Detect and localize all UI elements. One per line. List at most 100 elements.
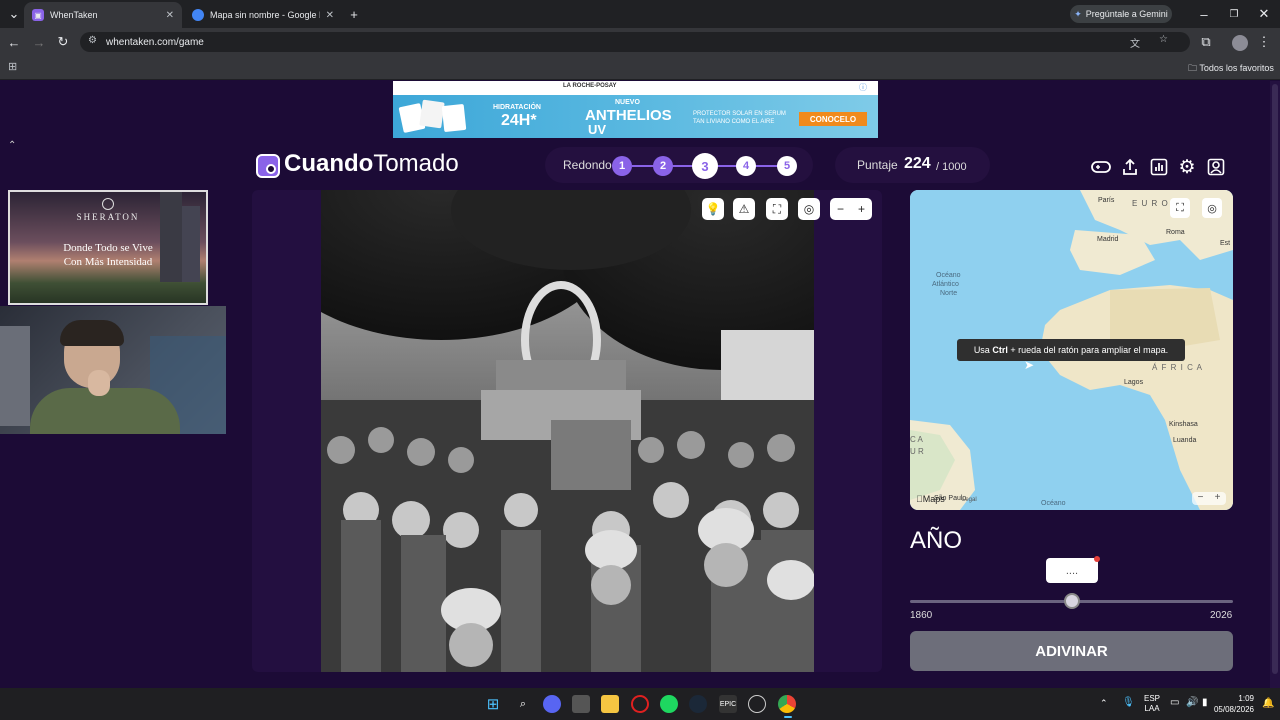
windows-start-icon[interactable]: ⊞ — [484, 695, 502, 713]
bookmark-star-icon[interactable]: ☆ — [1159, 34, 1168, 45]
sheraton-logo-icon — [102, 198, 114, 210]
ad-info-icon[interactable]: ⓘ — [859, 82, 867, 93]
map-label-roma: Roma — [1166, 229, 1185, 236]
minimize-icon[interactable]: – — [1196, 6, 1212, 22]
lang-primary: ESP — [1144, 694, 1161, 703]
extensions-icon[interactable]: ⧉ — [1198, 34, 1214, 50]
hint-lightbulb-icon[interactable]: 💡 — [702, 198, 724, 220]
notifications-icon[interactable]: 🔔 — [1262, 698, 1274, 709]
map-fullscreen-icon[interactable]: ⛶ — [1170, 198, 1190, 218]
forward-icon[interactable]: → — [31, 34, 47, 50]
map-label-ocean-3: Norte — [940, 290, 958, 297]
scrollbar-thumb[interactable] — [1272, 84, 1278, 674]
mouse-cursor-icon: ➤ — [1024, 358, 1035, 372]
fullscreen-icon[interactable]: ⛶ — [766, 198, 788, 220]
map-label-madrid: Madrid — [1097, 236, 1119, 243]
side-ad-line-2: Con Más Intensidad — [63, 256, 153, 268]
stats-icon[interactable] — [1148, 156, 1170, 178]
system-clock[interactable]: 1:09 05/08/2026 — [1208, 693, 1254, 715]
guess-button[interactable]: ADIVINAR — [910, 631, 1233, 671]
tooltip-pre: Usa — [973, 345, 993, 355]
image-zoom-out-icon[interactable]: − — [830, 198, 851, 220]
apps-grid-icon[interactable]: ⊞ — [8, 60, 17, 73]
share-icon[interactable] — [1119, 156, 1141, 178]
reload-icon[interactable]: ↻ — [55, 34, 71, 50]
discord-icon[interactable] — [543, 695, 561, 713]
site-info-icon[interactable]: ⚙ — [88, 35, 97, 46]
close-tab-icon[interactable]: ✕ — [326, 10, 334, 21]
file-explorer-icon[interactable] — [601, 695, 619, 713]
apple-maps-logo: Maps — [916, 494, 945, 504]
clock-app-icon[interactable] — [748, 695, 766, 713]
close-window-icon[interactable]: ✕ — [1256, 6, 1272, 22]
new-tab-icon[interactable]: + — [346, 6, 362, 22]
gemini-icon: ✦ — [1074, 8, 1082, 19]
ad-center-small: NUEVO — [615, 99, 640, 106]
map-zoom-out-button[interactable]: − — [1192, 492, 1209, 505]
collapse-chevron-icon[interactable]: ⌃ — [8, 140, 16, 151]
year-slider-thumb[interactable] — [1063, 593, 1080, 609]
ad-banner[interactable]: LA ROCHE-POSAY ⓘ HIDRATACIÓN 24H* NUEVO … — [393, 81, 878, 138]
map-zoom-in-button[interactable]: + — [1209, 492, 1226, 505]
side-ad[interactable]: SHERATON Donde Todo se Vive Con Más Inte… — [8, 190, 208, 305]
score-max: / 1000 — [936, 161, 967, 173]
taskbar-search-icon[interactable]: ⌕ — [514, 695, 532, 713]
webcam-overlay — [0, 306, 226, 434]
microphone-icon[interactable]: 🎙 — [1122, 697, 1135, 708]
back-icon[interactable]: ← — [6, 34, 22, 50]
map-label-est: Est — [1220, 240, 1231, 247]
profile-avatar[interactable] — [1232, 35, 1248, 51]
year-value-display[interactable]: .... — [1046, 558, 1098, 583]
active-app-indicator — [784, 716, 792, 718]
round-2-circle: 2 — [653, 156, 673, 176]
tab-whentaken[interactable]: ▣ WhenTaken ✕ — [24, 2, 182, 28]
map-label-paris: París — [1098, 197, 1115, 204]
map-legal-link[interactable]: Legal — [962, 497, 977, 503]
steam-icon[interactable] — [689, 695, 707, 713]
gamepad-icon[interactable] — [1090, 156, 1112, 178]
report-warning-icon[interactable]: ⚠ — [733, 198, 755, 220]
year-indicator-dot — [1094, 556, 1100, 562]
browser-tab-bar: ⌄ ▣ WhenTaken ✕ Mapa sin nombre - Google… — [0, 0, 1280, 28]
round-3-circle-current: 3 — [692, 153, 718, 179]
tab-search-icon[interactable]: ⌄ — [6, 6, 22, 22]
site-logo[interactable]: CuandoTomado — [284, 150, 459, 178]
tab-label: WhenTaken — [50, 10, 98, 20]
close-tab-icon[interactable]: ✕ — [166, 10, 174, 21]
ad-product-image — [398, 99, 479, 134]
store-icon[interactable] — [572, 695, 590, 713]
url-field[interactable]: ⚙ whentaken.com/game 文 ☆ — [80, 32, 1190, 52]
network-icon[interactable]: ▭ — [1170, 697, 1179, 708]
language-indicator[interactable]: ESP LAA — [1144, 694, 1160, 714]
profile-icon[interactable] — [1205, 156, 1227, 178]
all-bookmarks-folder[interactable]: 🗀 Todos los favoritos — [1188, 61, 1274, 77]
volume-icon[interactable]: 🔊 — [1186, 697, 1198, 708]
map-label-luanda: Luanda — [1173, 437, 1197, 444]
maps-brand-label: Maps — [916, 494, 945, 504]
map-label-ocean-1: Océano — [936, 272, 961, 279]
translate-icon[interactable]: 文 — [1130, 35, 1140, 50]
year-min-label: 1860 — [910, 610, 933, 621]
historical-photo[interactable] — [321, 190, 814, 672]
ad-left-big: 24H* — [501, 112, 537, 129]
clock-time: 1:09 — [1238, 694, 1254, 703]
opera-icon[interactable] — [631, 695, 649, 713]
epic-games-icon[interactable]: EPIC — [719, 695, 737, 713]
gemini-button[interactable]: ✦ Pregúntale a Gemini — [1070, 5, 1172, 23]
settings-gear-icon[interactable]: ⚙ — [1176, 156, 1198, 178]
chrome-icon[interactable] — [778, 695, 796, 713]
image-zoom-in-icon[interactable]: + — [851, 198, 872, 220]
tab-google-earth[interactable]: Mapa sin nombre - Google Eart ✕ — [184, 2, 342, 28]
battery-icon[interactable]: ▮ — [1202, 697, 1208, 708]
tray-expand-icon[interactable]: ⌃ — [1100, 698, 1108, 709]
menu-dots-icon[interactable]: ⋮ — [1256, 34, 1272, 50]
ad-right-text: PROTECTOR SOLAR EN SERUM TAN LIVIANO COM… — [693, 111, 786, 125]
map-label-car: C A — [910, 435, 923, 444]
side-ad-line-1: Donde Todo se Vive — [63, 242, 153, 254]
maximize-icon[interactable]: ❐ — [1226, 6, 1242, 22]
spotify-icon[interactable] — [660, 695, 678, 713]
map-focus-icon[interactable]: ◎ — [1202, 198, 1222, 218]
clock-date: 05/08/2026 — [1213, 705, 1254, 714]
focus-icon[interactable]: ◎ — [798, 198, 820, 220]
ad-cta-button[interactable]: CONOCELO — [799, 112, 867, 126]
